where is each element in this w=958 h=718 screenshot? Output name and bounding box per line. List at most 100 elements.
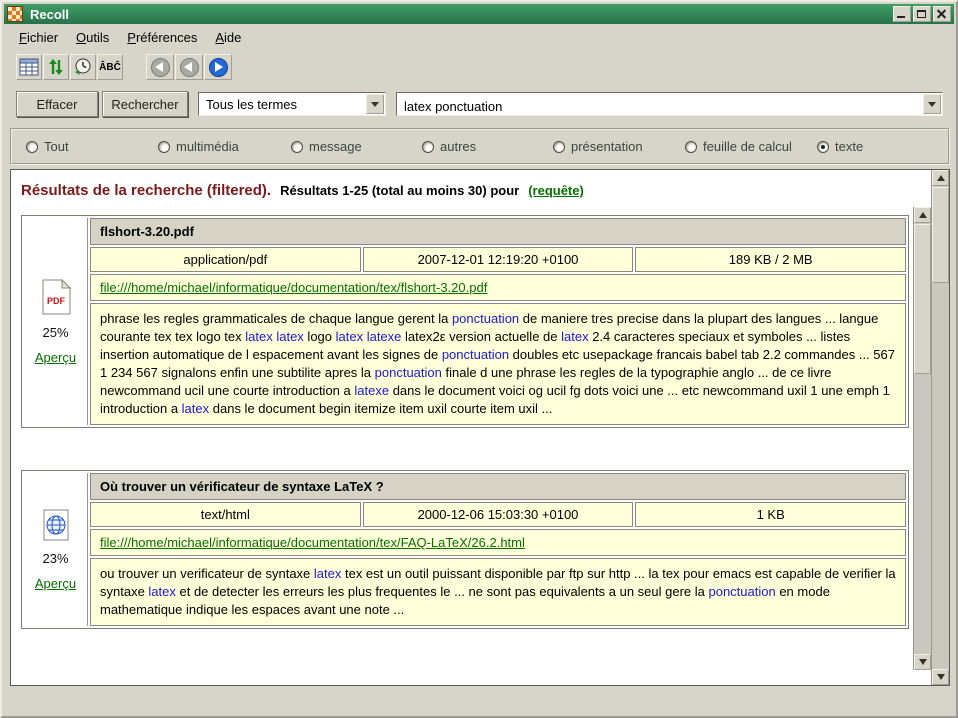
status-bar [4, 690, 954, 714]
table-view-button[interactable] [16, 54, 42, 80]
sort-dates-icon [48, 58, 64, 76]
first-page-icon [151, 58, 170, 77]
radio-icon [422, 141, 434, 153]
close-button[interactable] [933, 6, 951, 22]
result-main: Où trouver un vérificateur de syntaxe La… [90, 473, 906, 626]
minimize-icon [897, 16, 905, 18]
radio-icon [685, 141, 697, 153]
search-button[interactable]: Rechercher [102, 91, 188, 117]
minimize-button[interactable] [893, 6, 911, 22]
result-date: 2007-12-01 12:19:20 +0100 [363, 247, 634, 272]
menu-bar: Fichier Outils Préférences Aide [4, 26, 954, 48]
preview-link[interactable]: Aperçu [35, 576, 76, 591]
radio-icon [26, 141, 38, 153]
results-title: Résultats de la recherche (filtered). [21, 182, 271, 199]
filter-radio-texte[interactable]: texte [817, 139, 863, 154]
next-page-icon [209, 58, 228, 77]
radio-icon [158, 141, 170, 153]
title-bar[interactable]: Recoll [4, 4, 954, 24]
menu-preferences[interactable]: Préférences [118, 27, 206, 48]
filter-radio-message[interactable]: message [291, 139, 362, 154]
menu-label: ide [224, 30, 241, 45]
chevron-down-icon [371, 102, 379, 107]
term-explorer-button[interactable]: ÂBĈ [97, 54, 123, 80]
previous-page-icon [180, 58, 199, 77]
pdf-file-icon: PDF [40, 279, 72, 315]
toolbar-separator [124, 67, 146, 68]
menu-label: références [136, 30, 197, 45]
previous-page-button[interactable] [175, 54, 203, 80]
results-list: PDF 25% Aperçu flshort-3.20.pdf applicat… [11, 207, 913, 670]
result-url-row: file:///home/michael/informatique/docume… [90, 274, 906, 301]
results-pane: Résultats de la recherche (filtered). Ré… [10, 169, 950, 686]
filter-radio-feuille-de-calcul[interactable]: feuille de calcul [685, 139, 792, 154]
filter-label: texte [835, 139, 863, 154]
menu-label: utils [86, 30, 109, 45]
menu-outils[interactable]: Outils [67, 27, 118, 48]
result-url-row: file:///home/michael/informatique/docume… [90, 529, 906, 556]
first-page-button[interactable] [146, 54, 174, 80]
menu-label: A [215, 30, 224, 45]
scroll-down-button[interactable] [932, 669, 949, 685]
menu-label: F [19, 30, 27, 45]
filter-radio-tout[interactable]: Tout [26, 139, 69, 154]
history-clock-icon [74, 58, 92, 76]
query-combo[interactable] [396, 92, 943, 116]
filter-label: Tout [44, 139, 69, 154]
filter-radio-autres[interactable]: autres [422, 139, 476, 154]
results-pane-scrollbar[interactable] [931, 170, 949, 685]
next-page-button[interactable] [204, 54, 232, 80]
sort-dates-button[interactable] [43, 54, 69, 80]
query-history-arrow-button[interactable] [923, 94, 941, 114]
dropdown-arrow-button[interactable] [366, 94, 384, 114]
scroll-down-button[interactable] [914, 654, 931, 670]
maximize-icon [917, 10, 926, 18]
term-explorer-icon: ÂBĈ [99, 62, 121, 73]
history-button[interactable] [70, 54, 96, 80]
radio-icon [553, 141, 565, 153]
result-size: 189 KB / 2 MB [635, 247, 906, 272]
filter-label: message [309, 139, 362, 154]
result-row: PDF 25% Aperçu flshort-3.20.pdf applicat… [21, 215, 909, 428]
result-title: flshort-3.20.pdf [90, 218, 906, 245]
clear-button[interactable]: Effacer [16, 91, 98, 117]
menu-fichier[interactable]: Fichier [10, 27, 67, 48]
result-main: flshort-3.20.pdf application/pdf 2007-12… [90, 218, 906, 425]
triangle-up-icon [937, 175, 945, 181]
menu-aide[interactable]: Aide [206, 27, 250, 48]
search-mode-value: Tous les termes [206, 97, 297, 112]
result-size: 1 KB [635, 502, 906, 527]
relevance-percent: 23% [42, 551, 68, 566]
preview-link[interactable]: Aperçu [35, 350, 76, 365]
filter-radio-multimedia[interactable]: multimédia [158, 139, 239, 154]
result-side-panel: 23% Aperçu [24, 473, 88, 626]
result-mime: text/html [90, 502, 361, 527]
recoll-window: Recoll Fichier Outils Préférences Aide [0, 0, 958, 718]
radio-icon [817, 141, 829, 153]
scrollbar-thumb[interactable] [932, 187, 949, 283]
html-globe-icon [41, 509, 71, 541]
result-url-link[interactable]: file:///home/michael/informatique/docume… [100, 280, 487, 295]
scroll-up-button[interactable] [914, 207, 931, 223]
result-abstract: ou trouver un verificateur de syntaxe la… [90, 558, 906, 626]
maximize-button[interactable] [913, 6, 931, 22]
result-date: 2000-12-06 15:03:30 +0100 [363, 502, 634, 527]
result-meta-row: application/pdf 2007-12-01 12:19:20 +010… [90, 247, 906, 272]
search-row: Effacer Rechercher Tous les termes [2, 90, 956, 120]
filter-radio-presentation[interactable]: présentation [553, 139, 643, 154]
triangle-up-icon [919, 212, 927, 218]
chevron-down-icon [928, 102, 936, 107]
search-mode-select[interactable]: Tous les termes [198, 92, 386, 116]
scrollbar-thumb[interactable] [914, 224, 931, 374]
menu-label: ichier [27, 30, 58, 45]
recoll-app-icon [7, 6, 23, 22]
scroll-up-button[interactable] [932, 170, 949, 186]
search-input[interactable] [397, 93, 942, 115]
tool-bar: ÂBĈ [4, 50, 954, 84]
result-url-link[interactable]: file:///home/michael/informatique/docume… [100, 535, 525, 550]
filter-label: multimédia [176, 139, 239, 154]
filter-label: feuille de calcul [703, 139, 792, 154]
radio-icon [291, 141, 303, 153]
query-details-link[interactable]: (requête) [528, 183, 584, 198]
results-list-scrollbar[interactable] [913, 207, 931, 670]
